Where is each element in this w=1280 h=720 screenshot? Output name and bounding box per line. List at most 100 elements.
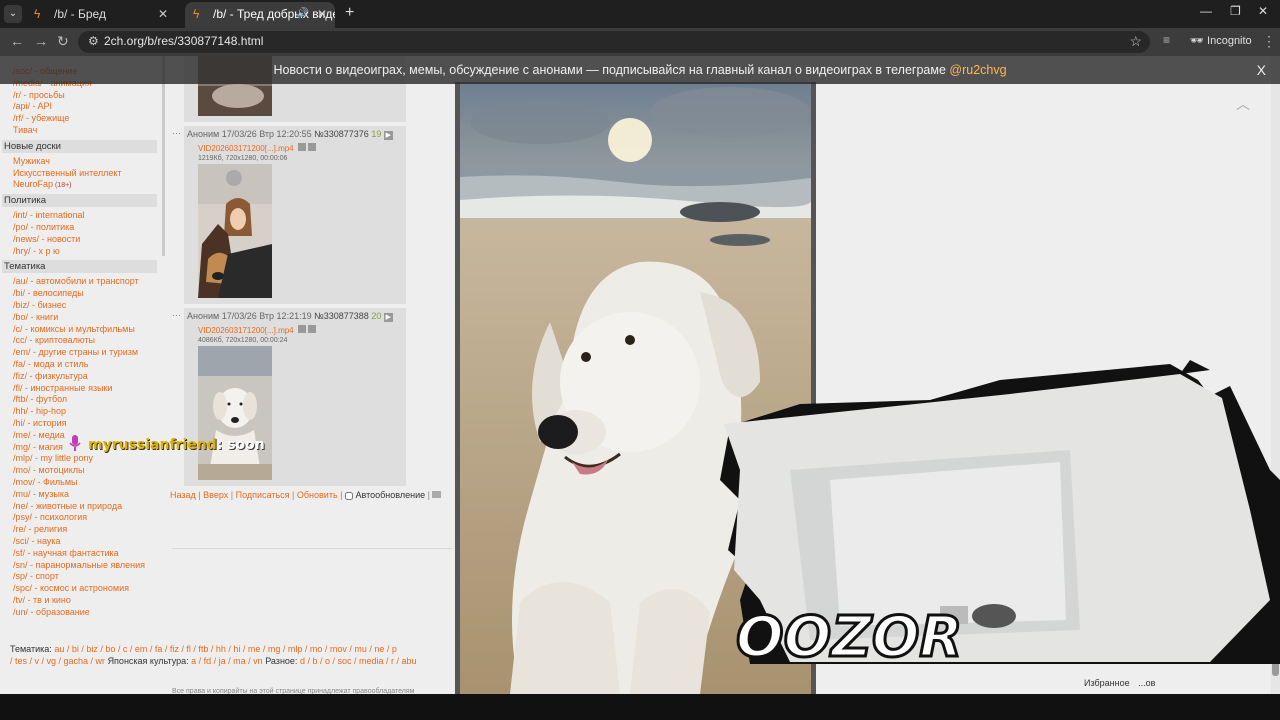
post-thumbnail[interactable] [198,346,272,480]
sidebar-board-link[interactable]: /hh/ - hip-hop [13,406,66,418]
tab-search-icon[interactable]: ≡ [1163,33,1170,47]
sidebar-board-link[interactable]: /po/ - политика [13,222,74,234]
sidebar-board-link[interactable]: /news/ - новости [13,234,80,246]
sidebar-scrollbar[interactable] [162,56,165,256]
sidebar-board-link[interactable]: /sci/ - наука [13,536,61,548]
close-tab-icon[interactable]: ✕ [317,2,327,26]
sidebar-board-link[interactable]: /em/ - другие страны и туризм [13,347,138,359]
sidebar-board-link[interactable]: /rf/ - убежище [13,113,69,125]
forward-arrow-icon[interactable]: → [34,33,48,49]
footer-link[interactable]: ...ов [1138,678,1155,688]
search-image-icon[interactable] [297,143,306,151]
sidebar-board-link[interactable]: Мужикач [13,156,50,168]
minimize-icon[interactable]: — [1200,4,1212,18]
banner-close-button[interactable]: X [1257,56,1266,84]
sidebar-board-link[interactable]: /me/ - медиа [13,430,65,442]
post-file-link[interactable]: VID202603171200[...].mp4 [198,143,317,153]
footer-board-links[interactable]: a / fd / ja / ma / vn [191,656,263,666]
reload-icon[interactable]: ↻ [57,33,69,50]
favorites-link[interactable]: Избранное [1084,678,1130,688]
sidebar-board-link[interactable]: /fl/ - иностранные языки [13,383,113,395]
close-window-icon[interactable]: ✕ [1258,4,1268,18]
play-icon[interactable]: ▶ [383,313,393,322]
incognito-label: Incognito [1207,35,1252,47]
autorefresh-checkbox[interactable] [345,491,354,500]
post-author: Аноним [187,129,220,139]
chat-icon[interactable] [432,491,442,498]
close-tab-icon[interactable]: ✕ [158,2,168,26]
bookmark-star-icon[interactable]: ☆ [1129,33,1142,50]
refresh-link[interactable]: Обновить [297,490,338,500]
post-number[interactable]: №330877376 [314,129,369,139]
download-icon[interactable] [308,143,317,151]
footer-board-links[interactable]: au / bi / biz / bo / c / em / fa / fiz /… [54,644,397,654]
back-arrow-icon[interactable]: ← [10,33,24,49]
board-code: /au/ [13,276,29,287]
sidebar-board-link[interactable]: /biz/ - бизнес [13,300,66,312]
sidebar-board-link[interactable]: /hry/ - х р ю [13,246,60,258]
sidebar-board-link[interactable]: /hi/ - история [13,418,66,430]
top-link[interactable]: Вверх [203,490,228,500]
sidebar-board-link[interactable]: /mu/ - музыка [13,489,69,501]
sidebar-board-link[interactable]: /sp/ - спорт [13,571,59,583]
telegram-banner[interactable]: Новости о видеоиграх, мемы, обсуждение с… [0,56,1280,84]
sidebar-board-link[interactable]: /int/ - international [13,210,85,222]
scroll-up-icon[interactable]: ︿ [1236,94,1250,114]
search-image-icon[interactable] [297,325,306,333]
file-name[interactable]: VID202603171200[...].mp4 [198,144,294,153]
back-link[interactable]: Назад [170,490,196,500]
tab-thread[interactable]: ϟ /b/ - Тред добрых видео. ( 🔊 ✕ [185,2,335,28]
sidebar-board-link[interactable]: NeuroFap (18+) [13,179,72,192]
sidebar-board-link[interactable]: /fiz/ - физкультура [13,371,88,383]
sidebar-board-link[interactable]: /mg/ - магия [13,442,63,454]
sidebar-board-link[interactable]: /api/ - API [13,101,52,113]
sidebar-board-link[interactable]: /ftb/ - футбол [13,394,67,406]
sidebar-board-link[interactable]: /au/ - автомобили и транспорт [13,276,139,288]
sidebar-board-link[interactable]: Тивач [13,125,37,137]
menu-kebab-icon[interactable]: ⋮ [1262,33,1276,50]
tab-search-button[interactable]: ⌄ [4,5,22,23]
sidebar-board-link[interactable]: /sn/ - паранормальные явления [13,560,145,572]
sidebar-board-link[interactable]: /r/ - просьбы [13,90,65,102]
sidebar-board-link[interactable]: /psy/ - психология [13,512,87,524]
new-tab-button[interactable]: + [345,4,354,22]
sidebar-board-link[interactable]: /c/ - комиксы и мультфильмы [13,324,135,336]
post-menu-dots[interactable]: ⋯ [172,310,181,321]
board-code: /mg/ [13,441,31,452]
sidebar-board-link[interactable]: /tv/ - тв и кино [13,595,71,607]
address-bar[interactable]: ⚙ 2ch.org/b/res/330877148.html ☆ [78,31,1150,53]
board-title: - паранормальные явления [27,559,146,570]
footer-board-links[interactable]: d / b / o / soc / media / r / abu [300,656,417,666]
sidebar-board-link[interactable]: /un/ - образование [13,607,90,619]
sidebar-board-link[interactable]: /mlp/ - my little pony [13,453,93,465]
post-counter: 19 [371,129,382,139]
sidebar-board-link[interactable]: /sf/ - научная фантастика [13,548,119,560]
play-icon[interactable]: ▶ [383,131,393,140]
incognito-indicator[interactable]: 🕶 Incognito [1190,34,1252,47]
sidebar-board-link[interactable]: /ne/ - животные и природа [13,501,122,513]
banner-text: Новости о видеоиграх, мемы, обсуждение с… [273,63,950,77]
sidebar-board-link[interactable]: /bo/ - книги [13,312,58,324]
restore-icon[interactable]: ❐ [1230,4,1241,18]
tab-board[interactable]: ϟ /b/ - Бред ✕ [26,2,176,28]
sidebar-board-link[interactable]: /mo/ - мотоциклы [13,465,84,477]
site-info-icon[interactable]: ⚙ [88,34,99,48]
subscribe-link[interactable]: Подписаться [236,490,290,500]
download-icon[interactable] [308,325,317,333]
footer-board-links[interactable]: / tes / v / vg / gacha / wr [10,656,105,666]
sidebar-board-link[interactable]: /mov/ - Фильмы [13,477,77,489]
sidebar-board-link[interactable]: /spc/ - космос и астрономия [13,583,129,595]
banner-telegram-link[interactable]: @ru2chvg [949,63,1006,77]
sidebar-board-link[interactable]: /fa/ - мода и стиль [13,359,88,371]
post-number[interactable]: №330877388 [314,311,369,321]
audio-playing-icon[interactable]: 🔊 [297,2,309,26]
file-name[interactable]: VID202603171200[...].mp4 [198,326,294,335]
sidebar-board-link[interactable]: /bi/ - велосипеды [13,288,84,300]
sidebar-board-link[interactable]: /cc/ - криптовалюты [13,335,95,347]
post-menu-dots[interactable]: ⋯ [172,128,181,139]
post-file-link[interactable]: VID202603171200[...].mp4 [198,325,317,335]
board-code: /hry/ [13,245,31,256]
sidebar-board-link[interactable]: /re/ - религия [13,524,67,536]
sidebar-board-link[interactable]: Искусственный интеллект [13,168,122,180]
post-thumbnail[interactable] [198,164,272,298]
